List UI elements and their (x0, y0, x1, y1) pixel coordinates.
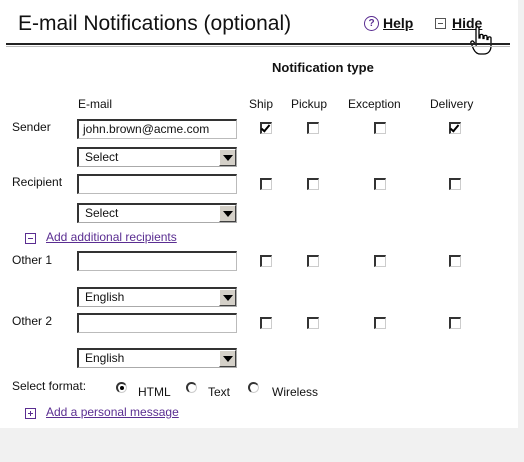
recipient-pickup-checkbox[interactable] (307, 178, 319, 190)
recipient-email-field[interactable] (77, 174, 237, 194)
email-notifications-panel: E-mail Notifications (optional) ? Help H… (0, 0, 518, 428)
select-value: Select (85, 206, 119, 220)
chevron-down-icon[interactable] (219, 289, 236, 306)
other2-ship-checkbox[interactable] (260, 317, 272, 329)
other1-delivery-checkbox[interactable] (449, 255, 461, 267)
row-label-sender: Sender (12, 120, 51, 134)
chevron-down-icon[interactable] (219, 149, 236, 166)
select-value: English (85, 290, 125, 304)
other1-pickup-checkbox[interactable] (307, 255, 319, 267)
sender-delivery-checkbox[interactable] (449, 122, 461, 134)
chevron-down-icon[interactable] (219, 350, 236, 367)
hand-pointer-icon (470, 26, 492, 55)
select-format-label: Select format: (12, 379, 87, 393)
format-html-radio[interactable] (116, 382, 127, 393)
format-wireless-radio[interactable] (248, 382, 259, 393)
format-text-label: Text (208, 385, 231, 399)
section-title: E-mail Notifications (optional) (18, 12, 292, 35)
recipient-notification-select[interactable]: Select (77, 203, 237, 223)
add-personal-message-link[interactable]: Add a personal message (46, 405, 179, 419)
other2-pickup-checkbox[interactable] (307, 317, 319, 329)
other1-language-select[interactable]: English (77, 287, 237, 307)
row-label-recipient: Recipient (12, 175, 63, 189)
column-header-exception: Exception (348, 97, 401, 111)
format-text-radio[interactable] (186, 382, 197, 393)
format-html-label: HTML (138, 385, 171, 399)
sender-ship-checkbox[interactable] (260, 122, 272, 134)
recipient-exception-checkbox[interactable] (374, 178, 386, 190)
format-wireless-label: Wireless (272, 385, 319, 399)
other2-exception-checkbox[interactable] (374, 317, 386, 329)
title-divider-shadow (6, 46, 510, 47)
column-header-delivery: Delivery (430, 97, 474, 111)
sender-email-field[interactable]: john.brown@acme.com (77, 119, 237, 139)
collapse-minus-icon[interactable] (25, 233, 36, 244)
other2-language-select[interactable]: English (77, 348, 237, 368)
other2-email-field[interactable] (77, 313, 237, 333)
column-header-pickup: Pickup (291, 97, 328, 111)
select-value: English (85, 351, 125, 365)
sender-pickup-checkbox[interactable] (307, 122, 319, 134)
recipient-delivery-checkbox[interactable] (449, 178, 461, 190)
other1-exception-checkbox[interactable] (374, 255, 386, 267)
email-column-header: E-mail (78, 97, 113, 111)
notification-type-heading: Notification type (272, 60, 374, 75)
collapse-minus-icon (435, 17, 446, 29)
expand-plus-icon[interactable] (25, 408, 36, 419)
help-circle-icon: ? (364, 15, 379, 31)
help-link[interactable]: ? Help (364, 15, 413, 31)
select-value: Select (85, 150, 119, 164)
title-divider (6, 43, 510, 45)
other1-ship-checkbox[interactable] (260, 255, 272, 267)
sender-exception-checkbox[interactable] (374, 122, 386, 134)
add-additional-recipients-link[interactable]: Add additional recipients (46, 230, 177, 244)
row-label-other-1: Other 1 (12, 253, 53, 267)
other2-delivery-checkbox[interactable] (449, 317, 461, 329)
sender-notification-select[interactable]: Select (77, 147, 237, 167)
help-label[interactable]: Help (383, 15, 413, 31)
column-header-ship: Ship (249, 97, 274, 111)
chevron-down-icon[interactable] (219, 205, 236, 222)
row-label-other-2: Other 2 (12, 314, 53, 328)
other1-email-field[interactable] (77, 251, 237, 271)
recipient-ship-checkbox[interactable] (260, 178, 272, 190)
